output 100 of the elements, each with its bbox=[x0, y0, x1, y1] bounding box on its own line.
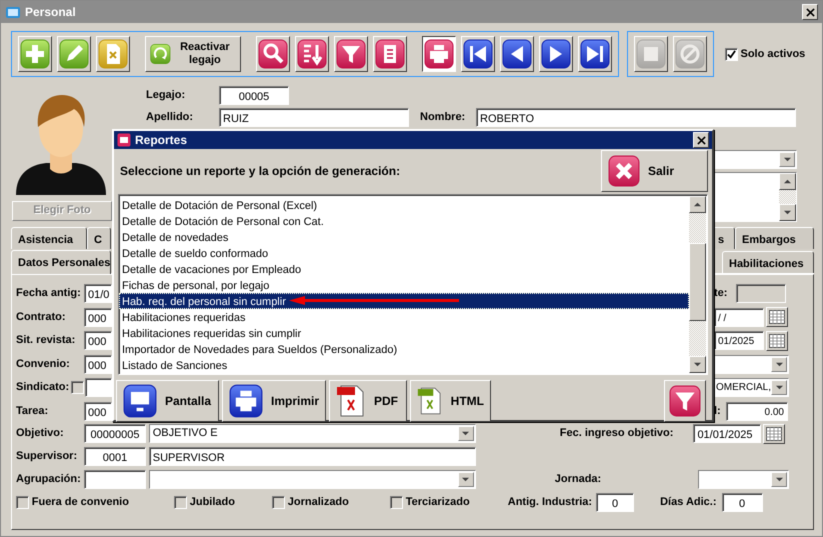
first-button[interactable] bbox=[461, 36, 495, 72]
previous-button[interactable] bbox=[500, 36, 534, 72]
input-field[interactable] bbox=[85, 378, 112, 397]
field-label: Contrato: bbox=[16, 310, 66, 325]
calendar-button[interactable] bbox=[766, 307, 788, 327]
last-record-icon bbox=[580, 39, 610, 69]
field-label: Días Adic.: bbox=[660, 495, 717, 510]
combo-field[interactable] bbox=[148, 470, 476, 489]
tab[interactable]: Asistencia bbox=[11, 227, 87, 249]
input-field[interactable]: 000 bbox=[84, 331, 112, 350]
input-field[interactable]: 0 bbox=[596, 493, 634, 512]
field-label: Sit. revista: bbox=[16, 333, 76, 348]
combo-field[interactable] bbox=[714, 150, 797, 169]
close-button[interactable] bbox=[693, 132, 709, 148]
field-label: Agrupación: bbox=[16, 472, 82, 488]
dialog-title: Reportes bbox=[135, 132, 188, 149]
printer-icon bbox=[229, 384, 263, 418]
input-field[interactable]: 0 bbox=[722, 493, 763, 512]
tab[interactable]: Habilitaciones bbox=[722, 251, 814, 273]
list-item[interactable]: Fichas de personal, por legajo bbox=[119, 277, 689, 293]
calendar-button[interactable] bbox=[763, 424, 786, 444]
list-item[interactable]: Habilitaciones requeridas bbox=[119, 309, 689, 325]
checkbox[interactable] bbox=[390, 496, 403, 509]
checkbox[interactable] bbox=[724, 48, 738, 60]
input-field[interactable]: RUIZ bbox=[219, 108, 409, 127]
checkbox[interactable] bbox=[71, 381, 84, 394]
input-field[interactable]: 00005 bbox=[219, 86, 289, 105]
checkbox[interactable] bbox=[272, 496, 285, 509]
list-item[interactable]: Habilitaciones requeridas sin cumplir bbox=[119, 325, 689, 341]
combo-field[interactable]: OBJETIVO E bbox=[148, 424, 476, 443]
next-button[interactable] bbox=[539, 36, 573, 72]
calendar-icon bbox=[769, 310, 785, 324]
input-field[interactable] bbox=[84, 470, 146, 489]
html-button[interactable]: HTML bbox=[410, 380, 491, 422]
scroll-up-button[interactable] bbox=[779, 173, 796, 190]
last-button[interactable] bbox=[578, 36, 612, 72]
input-field[interactable]: 000 bbox=[84, 308, 112, 326]
list-item[interactable]: Listado de Sanciones bbox=[119, 357, 689, 373]
sort-button[interactable] bbox=[295, 36, 329, 72]
input-field[interactable]: 01/2025 bbox=[714, 331, 764, 350]
scroll-down-button[interactable] bbox=[779, 204, 796, 221]
print-button[interactable]: Imprimir bbox=[222, 380, 326, 422]
list-item[interactable]: Detalle de Dotación de Personal con Cat. bbox=[119, 213, 689, 229]
document-x-icon bbox=[98, 39, 128, 69]
combo-field[interactable] bbox=[698, 470, 790, 489]
tab[interactable]: C bbox=[87, 227, 111, 249]
filter-button[interactable] bbox=[334, 36, 368, 72]
up-arrow-icon bbox=[693, 201, 702, 208]
screen-button[interactable]: Pantalla bbox=[116, 380, 219, 422]
reactivate-button[interactable]: Reactivar legajo bbox=[145, 36, 241, 72]
checkbox-label: Solo activos bbox=[740, 46, 806, 62]
close-button[interactable] bbox=[802, 4, 818, 20]
list-item[interactable]: Detalle de novedades bbox=[119, 229, 689, 245]
add-button[interactable] bbox=[18, 36, 52, 72]
input-field[interactable]: 0.00 bbox=[726, 402, 788, 420]
printer-icon bbox=[424, 39, 454, 69]
tab[interactable]: Embargos bbox=[735, 227, 814, 249]
calendar-icon bbox=[769, 334, 785, 348]
scroll-up-button[interactable] bbox=[689, 196, 706, 213]
text-area[interactable] bbox=[714, 172, 797, 222]
input-field[interactable]: 0001 bbox=[84, 447, 146, 466]
report-button[interactable] bbox=[373, 36, 407, 72]
exit-button[interactable]: Salir bbox=[601, 150, 708, 192]
checkbox[interactable] bbox=[174, 496, 187, 509]
checkbox-label: Terciarizado bbox=[406, 495, 470, 510]
print-button[interactable] bbox=[422, 36, 456, 72]
input-field[interactable]: 000 bbox=[84, 402, 112, 420]
window-title: Personal bbox=[25, 4, 76, 21]
search-button[interactable] bbox=[256, 36, 290, 72]
list-item[interactable]: Detalle de sueldo conformado bbox=[119, 245, 689, 261]
checkbox[interactable] bbox=[16, 496, 29, 509]
edit-button[interactable] bbox=[57, 36, 91, 72]
down-arrow-icon bbox=[461, 430, 470, 437]
scrollbar-thumb[interactable] bbox=[689, 243, 706, 321]
checkbox-label: Jornalizado bbox=[288, 495, 349, 510]
pdf-button[interactable]: PDF bbox=[329, 380, 407, 422]
input-field[interactable]: 01/0 bbox=[84, 284, 112, 303]
input-field[interactable]: ROBERTO bbox=[476, 108, 796, 127]
calendar-button[interactable] bbox=[766, 330, 788, 350]
field-label: Supervisor: bbox=[16, 449, 78, 464]
input-field[interactable]: 01/01/2025 bbox=[693, 424, 762, 443]
report-icon bbox=[117, 133, 131, 147]
input-field[interactable]: / / bbox=[714, 308, 764, 326]
input-field[interactable]: 000 bbox=[84, 354, 112, 374]
list-item[interactable]: Importador de Novedades para Sueldos (Personalizado) bbox=[119, 341, 689, 357]
tab[interactable]: Datos Personales bbox=[11, 250, 111, 274]
scroll-down-button[interactable] bbox=[689, 356, 706, 373]
first-record-icon bbox=[463, 39, 493, 69]
square-icon bbox=[636, 39, 666, 69]
input-field[interactable]: 00000005 bbox=[84, 424, 146, 443]
combo-field[interactable]: OMERCIAL, bbox=[714, 378, 789, 397]
list-item[interactable]: Hab. req. del personal sin cumplir bbox=[119, 293, 689, 309]
down-arrow-icon bbox=[774, 476, 784, 483]
list-item[interactable]: Detalle de Dotación de Personal (Excel) bbox=[119, 197, 689, 213]
list-item[interactable]: Detalle de vacaciones por Empleado bbox=[119, 261, 689, 277]
input-field[interactable]: SUPERVISOR bbox=[148, 447, 476, 466]
checkbox-label: Fuera de convenio bbox=[32, 495, 129, 510]
filter-button[interactable] bbox=[664, 380, 706, 422]
delete-button[interactable] bbox=[96, 36, 130, 72]
combo-field[interactable] bbox=[714, 354, 789, 374]
